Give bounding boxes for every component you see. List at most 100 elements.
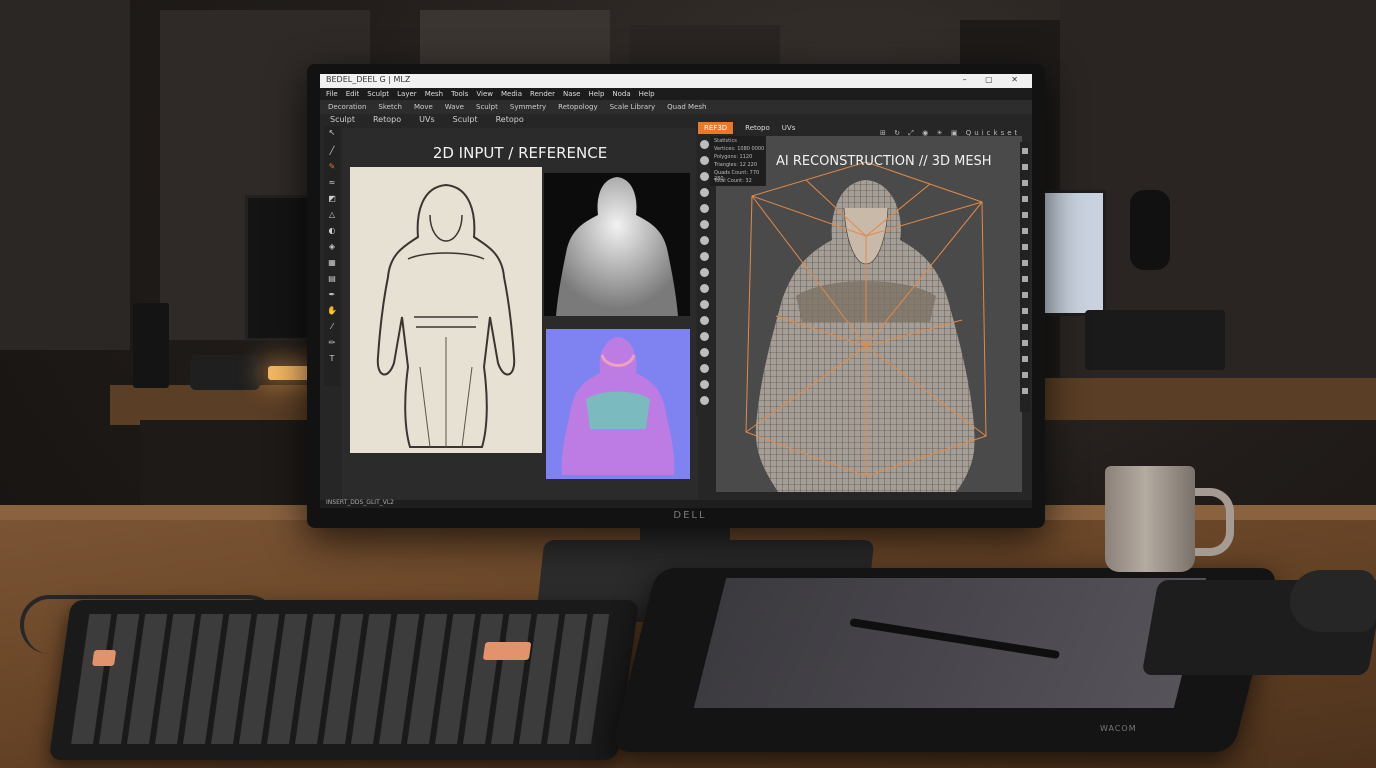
tab-sculpt[interactable]: Sculpt (453, 114, 478, 126)
background-monitor (1040, 190, 1106, 316)
layer-dot[interactable] (700, 140, 709, 149)
depth-silhouette (556, 177, 678, 316)
toolbar-item[interactable]: Quad Mesh (667, 103, 706, 111)
menu-item[interactable]: Media (501, 88, 522, 100)
normal-map-figure (561, 337, 675, 475)
pen-icon[interactable]: ✒ (327, 290, 337, 300)
menu-item[interactable]: Help (639, 88, 655, 100)
fill-icon[interactable]: ◐ (327, 226, 337, 236)
tool-icon[interactable] (1022, 260, 1028, 266)
menu-item[interactable]: View (476, 88, 493, 100)
status-text: INSERT_DDS_GLIT_VL2 (326, 499, 394, 506)
wall-panel (420, 10, 610, 70)
smudge-icon[interactable]: ≈ (327, 178, 337, 188)
pencil-icon[interactable]: ✏ (327, 338, 337, 348)
layer-dot[interactable] (700, 316, 709, 325)
mechanical-keyboard (48, 600, 640, 760)
toolbar-item[interactable]: Retopology (558, 103, 597, 111)
tab-ref3d[interactable]: REF3D (698, 122, 734, 134)
menu-item[interactable]: Layer (397, 88, 417, 100)
toolbar-item[interactable]: Sculpt (476, 103, 498, 111)
layer-dot[interactable] (700, 252, 709, 261)
layer-dot[interactable] (700, 396, 709, 405)
tool-icon[interactable] (1022, 196, 1028, 202)
menu-item[interactable]: Tools (451, 88, 468, 100)
tool-icon[interactable] (1022, 356, 1028, 362)
tool-icon[interactable] (1022, 244, 1028, 250)
menu-item[interactable]: Edit (346, 88, 360, 100)
tab-sculpt[interactable]: Sculpt (330, 114, 355, 126)
toolbar-item[interactable]: Sketch (378, 103, 402, 111)
menu-item[interactable]: Render (530, 88, 555, 100)
toolbar-item[interactable]: Wave (445, 103, 464, 111)
layer-dot[interactable] (700, 156, 709, 165)
monitor-logo: DELL (673, 510, 707, 521)
tool-icon[interactable] (1022, 292, 1028, 298)
stat-line: Statistics (714, 138, 737, 144)
layer-dot[interactable] (700, 332, 709, 341)
coffee-mug (1105, 466, 1195, 572)
accent-keycap (91, 650, 117, 666)
hand-icon[interactable]: ✋ (327, 306, 337, 316)
tab-retopo[interactable]: Retopo (745, 122, 770, 134)
desk-scene: DELL BEDEL_DEEL G | MLZ – ▢ ✕ File Edit … (0, 0, 1376, 768)
tab-retopo[interactable]: Retopo (373, 114, 401, 126)
layer-dot[interactable] (700, 236, 709, 245)
toolbar-item[interactable]: Decoration (328, 103, 366, 111)
tab-retopo[interactable]: Retopo (496, 114, 524, 126)
3d-viewport[interactable] (716, 136, 1022, 492)
window-controls[interactable]: – ▢ ✕ (963, 75, 1026, 84)
tool-icon[interactable] (1022, 276, 1028, 282)
layer-dot[interactable] (700, 204, 709, 213)
tool-icon[interactable] (1022, 308, 1028, 314)
stat-line: Total Count: 32 (714, 178, 752, 184)
layer-dot[interactable] (700, 172, 709, 181)
toolbar-item[interactable]: Symmetry (510, 103, 546, 111)
layer-dot[interactable] (700, 268, 709, 277)
select-icon[interactable]: ↖ (327, 128, 337, 138)
layer-dot[interactable] (700, 220, 709, 229)
layer-dot[interactable] (700, 284, 709, 293)
triangle-icon[interactable]: △ (327, 210, 337, 220)
toolbar-item[interactable]: Move (414, 103, 433, 111)
menu-item[interactable]: Nase (563, 88, 580, 100)
brush-icon[interactable]: ✎ (327, 162, 337, 172)
menu-item[interactable]: Help (588, 88, 604, 100)
tool-icon[interactable] (1022, 164, 1028, 170)
layer-dot[interactable] (700, 188, 709, 197)
grid-icon[interactable]: ▦ (327, 258, 337, 268)
gradient-icon[interactable]: ▤ (327, 274, 337, 284)
layer-dot[interactable] (700, 300, 709, 309)
back-desk (1040, 378, 1376, 420)
layer-dot[interactable] (700, 348, 709, 357)
keycaps (71, 614, 610, 744)
menu-item[interactable]: Noda (612, 88, 630, 100)
tool-icon[interactable] (1022, 372, 1028, 378)
tool-icon[interactable] (1022, 180, 1028, 186)
layer-dot[interactable] (700, 364, 709, 373)
line-icon[interactable]: ╱ (327, 146, 337, 156)
menu-item[interactable]: File (326, 88, 338, 100)
status-bar: INSERT_DDS_GLIT_VL2 (320, 499, 1032, 508)
accent-keycap (482, 642, 532, 660)
menu-item[interactable]: Sculpt (367, 88, 389, 100)
bucket-icon[interactable]: ◈ (327, 242, 337, 252)
layer-dot[interactable] (700, 380, 709, 389)
microphone (1130, 190, 1170, 270)
tab-uvs[interactable]: UVs (419, 114, 435, 126)
toolbar-item[interactable]: Scale Library (610, 103, 656, 111)
tool-icon[interactable] (1022, 324, 1028, 330)
tab-uvs[interactable]: UVs (782, 122, 796, 134)
tool-icon[interactable] (1022, 212, 1028, 218)
acoustic-panel (0, 0, 130, 350)
pipette-icon[interactable]: ⁄ (327, 322, 337, 332)
tool-icon[interactable] (1022, 388, 1028, 394)
text-icon[interactable]: T (327, 354, 337, 364)
viewport-title: AI RECONSTRUCTION // 3D MESH (776, 154, 992, 169)
stat-line: Triangles: 12 220 (714, 162, 758, 168)
eraser-icon[interactable]: ◩ (327, 194, 337, 204)
menu-item[interactable]: Mesh (425, 88, 443, 100)
tool-icon[interactable] (1022, 228, 1028, 234)
tool-icon[interactable] (1022, 340, 1028, 346)
tool-icon[interactable] (1022, 148, 1028, 154)
